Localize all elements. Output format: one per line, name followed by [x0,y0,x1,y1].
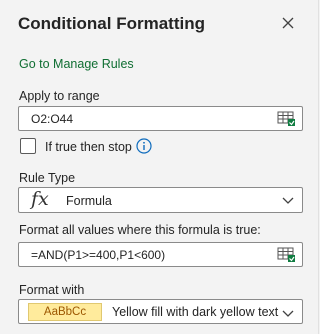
format-with-dropdown[interactable]: AaBbCc Yellow fill with dark yellow text [18,299,303,324]
format-preview-swatch: AaBbCc [28,303,102,321]
formula-input[interactable]: =AND(P1>=400,P1<600) [18,242,303,267]
formula-fx-icon: fx [31,188,49,210]
formula-label: Format all values where this formula is … [19,223,261,237]
chevron-down-icon [282,310,294,317]
rule-type-label: Rule Type [19,171,76,185]
formula-value: =AND(P1>=400,P1<600) [31,248,166,262]
format-with-label: Format with [19,283,85,297]
close-icon[interactable] [280,15,296,31]
manage-rules-link[interactable]: Go to Manage Rules [19,57,134,71]
stop-if-true-checkbox[interactable] [20,138,36,154]
format-preview-text: AaBbCc [43,306,87,318]
rule-type-dropdown[interactable]: fx Formula [18,187,303,213]
conditional-formatting-pane: Conditional Formatting Go to Manage Rule… [0,0,319,334]
chevron-down-icon [282,197,294,204]
pane-title: Conditional Formatting [18,14,205,33]
info-icon[interactable] [136,138,152,154]
format-with-value: Yellow fill with dark yellow text [112,305,279,319]
stop-if-true-label: If true then stop [45,140,132,154]
rule-type-value: Formula [66,194,112,208]
apply-to-range-label: Apply to range [19,89,100,103]
formula-range-select-icon[interactable] [277,247,296,263]
range-select-icon[interactable] [277,111,296,127]
apply-to-range-input[interactable]: O2:O44 [18,106,303,131]
apply-to-range-value: O2:O44 [31,112,74,126]
